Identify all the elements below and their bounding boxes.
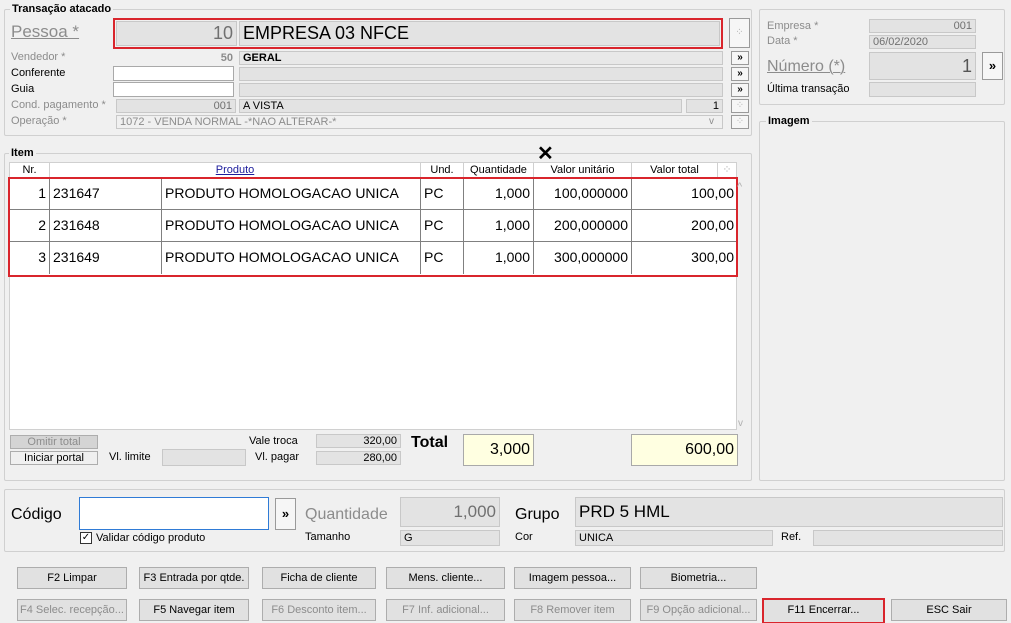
vendedor-name-field[interactable]: GERAL	[239, 51, 723, 65]
vl-pagar-field[interactable]: 280,00	[316, 451, 401, 465]
cond-pagamento-label: Cond. pagamento *	[11, 99, 106, 111]
cor-field[interactable]: UNICA	[575, 530, 773, 546]
transaction-group-title: Transação atacado	[10, 3, 114, 15]
cor-label: Cor	[515, 531, 533, 543]
conferente-name-field[interactable]	[239, 67, 723, 81]
ultima-transacao-label: Última transação	[767, 83, 850, 95]
f4-selec-recepcao-button[interactable]: F4 Selec. recepção...	[17, 599, 127, 621]
guia-code-input[interactable]	[113, 82, 234, 97]
rows-highlight	[8, 177, 738, 277]
col-header-valor-unitario[interactable]: Valor unitário	[534, 163, 632, 177]
f2-limpar-button[interactable]: F2 Limpar	[17, 567, 127, 589]
codigo-input[interactable]	[79, 497, 269, 530]
f6-desconto-item-button[interactable]: F6 Desconto item...	[262, 599, 376, 621]
mens-cliente-button[interactable]: Mens. cliente...	[386, 567, 505, 589]
f9-opcao-adicional-button[interactable]: F9 Opção adicional...	[640, 599, 757, 621]
pessoa-code-field[interactable]: 10	[116, 21, 237, 46]
imagem-group	[759, 121, 1005, 481]
conferente-code-input[interactable]	[113, 66, 234, 81]
vendedor-more-button[interactable]: »	[731, 51, 749, 65]
data-field[interactable]: 06/02/2020	[869, 35, 976, 49]
numero-more-button[interactable]: »	[982, 52, 1003, 80]
empresa-label: Empresa *	[767, 20, 819, 32]
esc-sair-button[interactable]: ESC Sair	[891, 599, 1007, 621]
vl-limite-label: Vl. limite	[109, 451, 151, 463]
vale-troca-label: Vale troca	[249, 435, 298, 447]
f5-navegar-item-button[interactable]: F5 Navegar item	[139, 599, 249, 621]
guia-label: Guia	[11, 83, 35, 95]
vendedor-code: 50	[220, 52, 233, 64]
col-header-produto[interactable]: Produto	[50, 163, 421, 177]
imagem-title: Imagem	[766, 115, 812, 127]
biometria-button[interactable]: Biometria...	[640, 567, 757, 589]
iniciar-portal-button[interactable]: Iniciar portal	[10, 451, 98, 465]
chevron-down-icon[interactable]: v	[709, 116, 714, 128]
item-title: Item	[9, 147, 36, 159]
empresa-field[interactable]: 001	[869, 19, 976, 33]
scroll-down-icon[interactable]: v	[738, 418, 743, 430]
data-label: Data *	[767, 35, 798, 47]
pessoa-options-button[interactable]: ⁘	[729, 18, 750, 48]
col-header-options-icon[interactable]: ⁘	[718, 163, 736, 177]
f8-remover-item-button[interactable]: F8 Remover item	[514, 599, 631, 621]
col-header-nr[interactable]: Nr.	[10, 163, 50, 177]
operacao-select[interactable]: 1072 - VENDA NORMAL -*NAO ALTERAR-*	[116, 115, 723, 129]
omitir-total-button[interactable]: Omitir total	[10, 435, 98, 449]
imagem-pessoa-button[interactable]: Imagem pessoa...	[514, 567, 631, 589]
guia-name-field[interactable]	[239, 83, 723, 97]
tamanho-field[interactable]: G	[400, 530, 500, 546]
codigo-label: Código	[11, 506, 62, 523]
ultima-transacao-field[interactable]	[869, 82, 976, 97]
total-quantidade-field: 3,000	[463, 434, 534, 466]
quantidade-field[interactable]: 1,000	[400, 497, 500, 527]
numero-label: Número (*)	[767, 58, 846, 75]
conferente-label: Conferente	[11, 67, 66, 79]
total-label: Total	[411, 434, 449, 451]
conferente-more-button[interactable]: »	[731, 67, 749, 81]
ref-label: Ref.	[781, 531, 802, 543]
operacao-options-button[interactable]: ⁘	[731, 115, 749, 129]
grupo-field[interactable]: PRD 5 HML	[575, 497, 1003, 527]
numero-field[interactable]: 1	[869, 52, 976, 80]
vendedor-label: Vendedor *	[11, 51, 66, 63]
quantidade-label: Quantidade	[305, 506, 388, 523]
vale-troca-field[interactable]: 320,00	[316, 434, 401, 448]
cond-pagamento-code[interactable]: 001	[116, 99, 236, 113]
codigo-more-button[interactable]: »	[275, 498, 296, 530]
pessoa-label: Pessoa *	[11, 22, 80, 41]
cond-pagamento-extra[interactable]: 1	[686, 99, 723, 113]
pessoa-name-field[interactable]: EMPRESA 03 NFCE	[239, 21, 720, 46]
scroll-up-icon[interactable]: ^	[737, 181, 742, 193]
vl-pagar-label: Vl. pagar	[255, 451, 300, 463]
col-header-und[interactable]: Und.	[421, 163, 464, 177]
f3-entrada-qtde-button[interactable]: F3 Entrada por qtde.	[139, 567, 249, 589]
ficha-cliente-button[interactable]: Ficha de cliente	[262, 567, 376, 589]
col-header-valor-total[interactable]: Valor total	[632, 163, 718, 177]
operacao-label: Operação *	[11, 115, 67, 127]
cond-options-button[interactable]: ⁘	[731, 99, 749, 113]
validar-label[interactable]: Validar código produto	[96, 532, 205, 545]
cond-pagamento-name[interactable]: A VISTA	[239, 99, 682, 113]
f11-encerrar-button[interactable]: F11 Encerrar...	[762, 598, 885, 623]
tamanho-label: Tamanho	[305, 531, 351, 543]
grupo-label: Grupo	[515, 506, 560, 523]
col-header-quantidade[interactable]: Quantidade	[464, 163, 534, 177]
validar-checkbox[interactable]: ✓	[80, 532, 92, 544]
guia-more-button[interactable]: »	[731, 83, 749, 97]
total-valor-field: 600,00	[631, 434, 738, 466]
vl-limite-field[interactable]	[162, 449, 246, 466]
ref-field[interactable]	[813, 530, 1003, 546]
f7-inf-adicional-button[interactable]: F7 Inf. adicional...	[386, 599, 505, 621]
